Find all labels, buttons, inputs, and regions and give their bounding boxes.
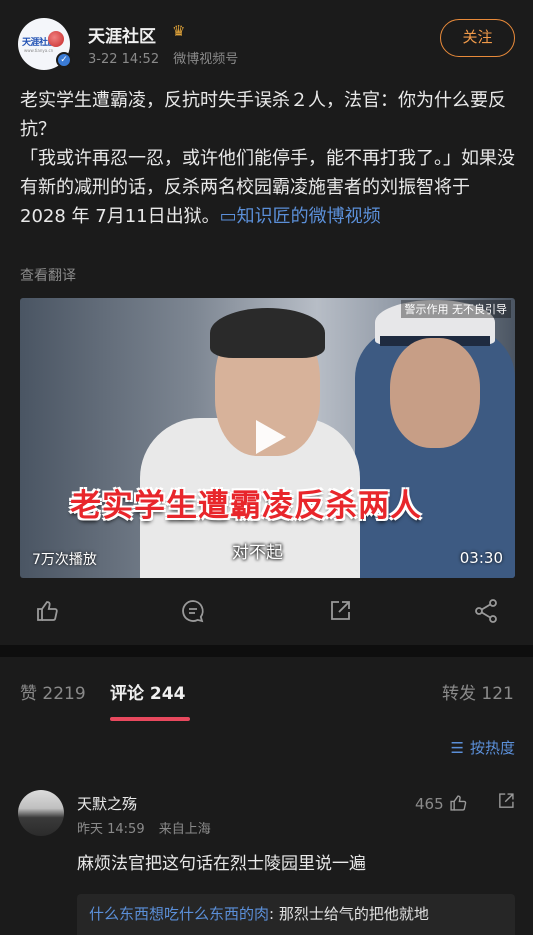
reply-line: 什么东西想吃什么东西的肉: 那烈士给气的把他就地 bbox=[89, 903, 429, 924]
thumb-up-icon[interactable] bbox=[34, 598, 62, 626]
globe-icon bbox=[48, 31, 64, 47]
section-divider bbox=[0, 645, 533, 657]
reply-author[interactable]: 什么东西想吃什么东西的肉 bbox=[89, 905, 269, 923]
post-meta: 3-22 14:52 微博视频号 bbox=[88, 48, 248, 67]
video-link-text: 知识匠的微博视频 bbox=[236, 206, 381, 227]
verified-badge-icon: ✓ bbox=[56, 52, 72, 68]
post-text-line1: 老实学生遭霸凌，反抗时失手误杀２人，法官：你为什么要反抗？ bbox=[20, 90, 506, 140]
tab-reposts[interactable]: 转发 121 bbox=[442, 679, 514, 704]
video-frame-hair bbox=[210, 308, 325, 358]
comment-time: 昨天 14:59 bbox=[77, 822, 145, 837]
comment-icon[interactable] bbox=[180, 598, 208, 626]
play-count: 7万次播放 bbox=[32, 552, 97, 568]
post-content: 老实学生遭霸凌，反抗时失手误杀２人，法官：你为什么要反抗？ 「我或许再忍一忍，或… bbox=[20, 86, 515, 231]
tab-comments[interactable]: 评论 244 bbox=[110, 679, 185, 704]
video-link-icon: ▭ bbox=[219, 206, 237, 227]
commenter-name[interactable]: 天默之殇 bbox=[77, 793, 137, 814]
comment-location: 来自上海 bbox=[158, 822, 211, 837]
repost-icon bbox=[499, 793, 514, 808]
thumb-up-icon bbox=[450, 795, 466, 811]
video-caption-small: 对不起 bbox=[232, 543, 283, 563]
comment-meta: 昨天 14:59 来自上海 bbox=[77, 818, 221, 837]
video-duration: 03:30 bbox=[459, 549, 503, 567]
follow-button[interactable]: 关注 bbox=[440, 19, 515, 57]
comments-section: ☰ 按热度 天默之殇 昨天 14:59 来自上海 465 麻烦法官把这句话在烈士陵… bbox=[0, 727, 533, 935]
comment-text: 麻烦法官把这句话在烈士陵园里说一遍 bbox=[77, 854, 366, 874]
comment-like-count: 465 bbox=[415, 795, 444, 813]
tabs-bar: 赞 2219 评论 244 转发 121 bbox=[0, 657, 533, 727]
translate-link[interactable]: 查看翻译 bbox=[20, 265, 76, 285]
share-icon[interactable] bbox=[473, 598, 501, 626]
reply-text: : 那烈士给气的把他就地 bbox=[269, 905, 429, 923]
video-warning: 警示作用 无不良引导 bbox=[400, 300, 511, 318]
comment-like-button[interactable]: 465 bbox=[415, 793, 468, 813]
comment-share-button[interactable] bbox=[492, 791, 516, 811]
video-link[interactable]: ▭知识匠的微博视频 bbox=[220, 206, 381, 227]
video-player[interactable]: 警示作用 无不良引导 老实学生遭霸凌反杀两人 对不起 7万次播放 03:30 bbox=[20, 298, 515, 578]
author-name[interactable]: 天涯社区 bbox=[88, 22, 156, 47]
sort-icon: ☰ bbox=[450, 739, 464, 757]
post-source: 微博视频号 bbox=[173, 52, 239, 67]
post-time: 3-22 14:52 bbox=[88, 52, 160, 67]
tab-likes[interactable]: 赞 2219 bbox=[20, 679, 86, 704]
avatar-logo-url: www.tianya.cn bbox=[24, 48, 54, 53]
crown-icon: ♛ bbox=[172, 22, 186, 40]
repost-icon[interactable] bbox=[327, 598, 355, 626]
video-caption-big: 老实学生遭霸凌反杀两人 bbox=[70, 488, 422, 524]
sort-button[interactable]: ☰ 按热度 bbox=[451, 737, 515, 758]
active-tab-indicator bbox=[110, 717, 190, 721]
commenter-avatar[interactable] bbox=[18, 790, 64, 836]
reply-preview[interactable]: 什么东西想吃什么东西的肉: 那烈士给气的把他就地 bbox=[77, 894, 515, 935]
action-bar bbox=[0, 592, 533, 632]
sort-label: 按热度 bbox=[469, 739, 515, 757]
post-card: 天涯社区 www.tianya.cn ✓ 天涯社区 ♛ 3-22 14:52 微… bbox=[0, 0, 533, 645]
play-icon[interactable] bbox=[248, 416, 290, 458]
video-frame-officer-face bbox=[390, 338, 480, 448]
